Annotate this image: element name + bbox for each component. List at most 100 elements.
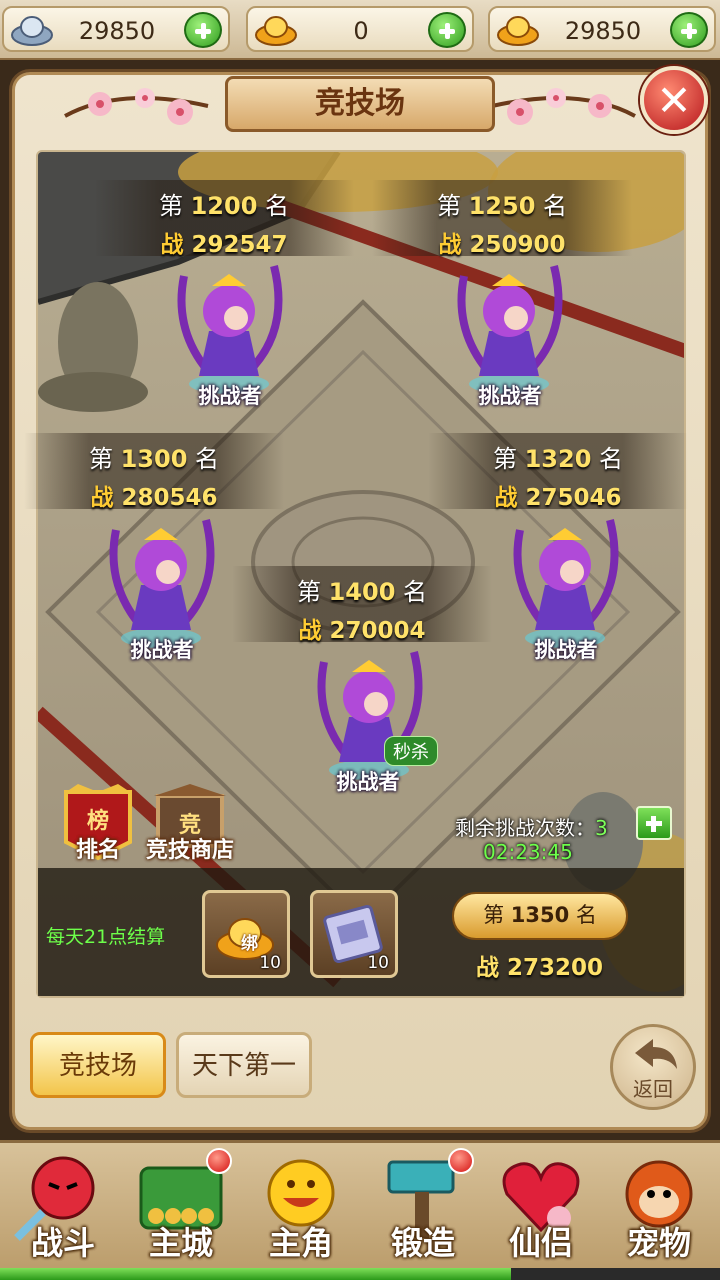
close-button[interactable]: ✕: [640, 66, 708, 134]
rank-suffix: 名: [543, 192, 568, 220]
experience-fill: [0, 1268, 512, 1280]
power-value: 250900: [469, 232, 566, 258]
remaining-label: 剩余挑战次数：: [455, 816, 595, 840]
reward-slot[interactable]: 10: [310, 890, 398, 978]
remaining-count: 3: [595, 816, 608, 840]
my-rank-plate: 第 1350 名: [452, 892, 628, 940]
nav-battle-label: 战斗: [30, 1224, 95, 1262]
opponent-rank-card: 第 1400 名 战 270004: [232, 566, 492, 644]
tab-world-first[interactable]: 天下第一: [176, 1032, 312, 1098]
rank-prefix: 第: [492, 445, 517, 473]
rank-prefix: 第: [88, 445, 113, 473]
panel-title: 竞技场: [225, 76, 495, 132]
challenger-label[interactable]: 挑战者: [440, 380, 580, 410]
my-rank-number: 1350: [510, 903, 570, 927]
rank-number: 1400: [328, 578, 396, 606]
power-mark: 战: [90, 485, 114, 511]
remaining-challenges: 剩余挑战次数：3: [455, 812, 608, 841]
opponent-rank-card: 第 1300 名 战 280546: [24, 433, 284, 511]
challenger-label[interactable]: 挑战者: [92, 634, 232, 664]
rank-suffix: 名: [575, 903, 597, 927]
ranking-label[interactable]: 排名: [58, 832, 138, 864]
gold-amount: 0: [353, 17, 369, 45]
nav-city-label: 主城: [148, 1224, 213, 1262]
power-value: 270004: [329, 618, 426, 644]
rank-suffix: 名: [195, 445, 220, 473]
reward-count: 10: [259, 953, 281, 973]
opponent-rank-card: 第 1200 名 战 292547: [94, 180, 354, 258]
add-bound-gold-button[interactable]: [670, 12, 708, 48]
challenger-label[interactable]: 挑战者: [160, 380, 300, 410]
power-mark: 战: [494, 485, 518, 511]
challenger-label[interactable]: 挑战者: [496, 634, 636, 664]
rank-number: 1300: [120, 445, 188, 473]
notification-dot: [448, 1148, 474, 1174]
rank-prefix: 第: [483, 903, 505, 927]
cooldown-timer: 02:23:45: [483, 840, 573, 864]
add-silver-button[interactable]: [184, 12, 222, 48]
silver-amount: 29850: [78, 17, 156, 45]
nav-companion-label: 仙侣: [508, 1224, 573, 1262]
challenger-sprite-icon[interactable]: [96, 510, 226, 650]
bound-gold-amount: 29850: [564, 17, 642, 45]
challenger-sprite-icon[interactable]: [164, 256, 294, 396]
power-mark: 战: [298, 618, 322, 644]
bound-tag: 绑: [241, 934, 258, 954]
tab-arena[interactable]: 竞技场: [30, 1032, 166, 1098]
opponent-rank-card: 第 1320 名 战 275046: [428, 433, 688, 511]
nav-forge-label: 锻造: [390, 1224, 455, 1262]
rank-prefix: 第: [436, 192, 461, 220]
back-label: 返回: [633, 1077, 673, 1101]
power-mark: 战: [476, 955, 499, 981]
rank-suffix: 名: [403, 578, 428, 606]
nav-hero-label: 主角: [268, 1224, 333, 1262]
power-mark: 战: [438, 232, 462, 258]
reward-slot[interactable]: 绑 10: [202, 890, 290, 978]
my-power: 战 273200: [476, 948, 603, 982]
currency-silver: 29850: [2, 6, 230, 52]
nav-city[interactable]: 主城: [126, 1148, 236, 1266]
rank-number: 1250: [468, 192, 536, 220]
currency-bound-gold: 29850: [488, 6, 716, 52]
nav-battle[interactable]: 战斗: [8, 1148, 118, 1266]
rank-number: 1320: [524, 445, 592, 473]
rank-prefix: 第: [296, 578, 321, 606]
nav-forge[interactable]: 锻造: [368, 1148, 478, 1266]
currency-gold: 0: [246, 6, 474, 52]
reward-count: 10: [367, 953, 389, 973]
rank-suffix: 名: [265, 192, 290, 220]
currency-bar: 29850 0 29850: [0, 0, 720, 60]
my-power-value: 273200: [507, 955, 604, 981]
silver-ingot-icon: [11, 16, 53, 46]
add-gold-button[interactable]: [428, 12, 466, 48]
buy-challenges-button[interactable]: [636, 806, 672, 840]
power-value: 292547: [191, 232, 288, 258]
close-icon: ✕: [656, 76, 692, 125]
opponent-rank-card: 第 1250 名 战 250900: [372, 180, 632, 258]
back-button[interactable]: 返回: [610, 1024, 696, 1110]
nav-hero[interactable]: 主角: [246, 1148, 356, 1266]
nav-pet-label: 宠物: [626, 1224, 691, 1262]
blossom-decoration-icon: [64, 88, 209, 125]
challenger-sprite-icon[interactable]: [500, 510, 630, 650]
notification-dot: [206, 1148, 232, 1174]
ranking-icon: 榜: [87, 808, 109, 834]
bound-gold-ingot-icon: [497, 16, 539, 46]
instant-kill-badge: 秒杀: [384, 736, 438, 766]
challenger-label[interactable]: 挑战者: [298, 766, 438, 796]
nav-companion[interactable]: 仙侣: [486, 1148, 596, 1266]
arena-shop-label[interactable]: 竞技商店: [136, 832, 244, 864]
nav-pet[interactable]: 宠物: [604, 1148, 714, 1266]
rank-number: 1200: [190, 192, 258, 220]
rank-prefix: 第: [158, 192, 183, 220]
power-value: 275046: [525, 485, 622, 511]
challenger-sprite-icon[interactable]: [444, 256, 574, 396]
power-mark: 战: [160, 232, 184, 258]
experience-bar: [0, 1268, 720, 1280]
rank-suffix: 名: [599, 445, 624, 473]
settlement-notice: 每天21点结算: [46, 926, 166, 948]
back-arrow-icon: [635, 1039, 677, 1069]
power-value: 280546: [121, 485, 218, 511]
gold-ingot-icon: [255, 16, 297, 46]
blossom-decoration-icon: [491, 88, 636, 125]
